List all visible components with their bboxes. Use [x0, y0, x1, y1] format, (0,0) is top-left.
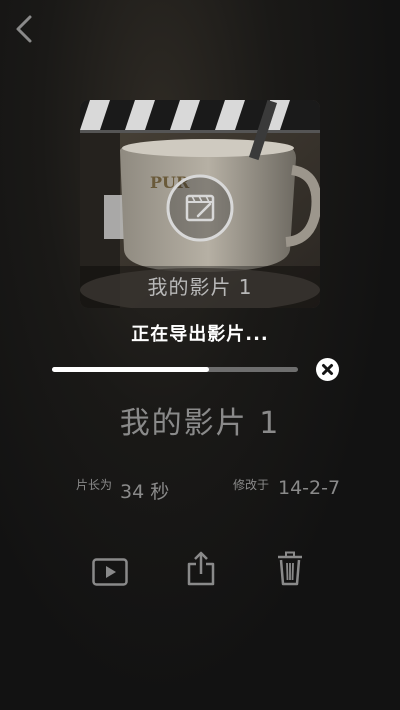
play-button[interactable] [92, 558, 128, 586]
share-icon [187, 551, 215, 586]
duration-label: 片长为 [76, 478, 113, 492]
thumbnail-title: 我的影片 1 [80, 266, 320, 308]
cancel-export-button[interactable] [316, 358, 339, 381]
play-icon [92, 558, 128, 586]
project-screen: PUR 我的影片 1 正在导出影片... 我的影片 1 片长为 34 秒 修改于 [0, 0, 400, 710]
delete-button[interactable] [277, 551, 303, 586]
trash-icon [278, 551, 302, 586]
export-progress-bar [52, 367, 298, 372]
back-button[interactable] [10, 12, 40, 46]
share-button[interactable] [186, 550, 216, 586]
modified-label: 修改于 [233, 478, 270, 492]
modified-value: 14-2-7 [278, 477, 341, 499]
clapperboard-icon [164, 172, 236, 244]
chevron-left-icon [16, 15, 32, 43]
duration-value: 34 秒 [120, 481, 170, 503]
movie-title: 我的影片 1 [119, 406, 281, 441]
export-progress-fill [52, 367, 210, 372]
export-status-text: 正在导出影片... [131, 324, 269, 345]
close-icon [322, 364, 333, 375]
